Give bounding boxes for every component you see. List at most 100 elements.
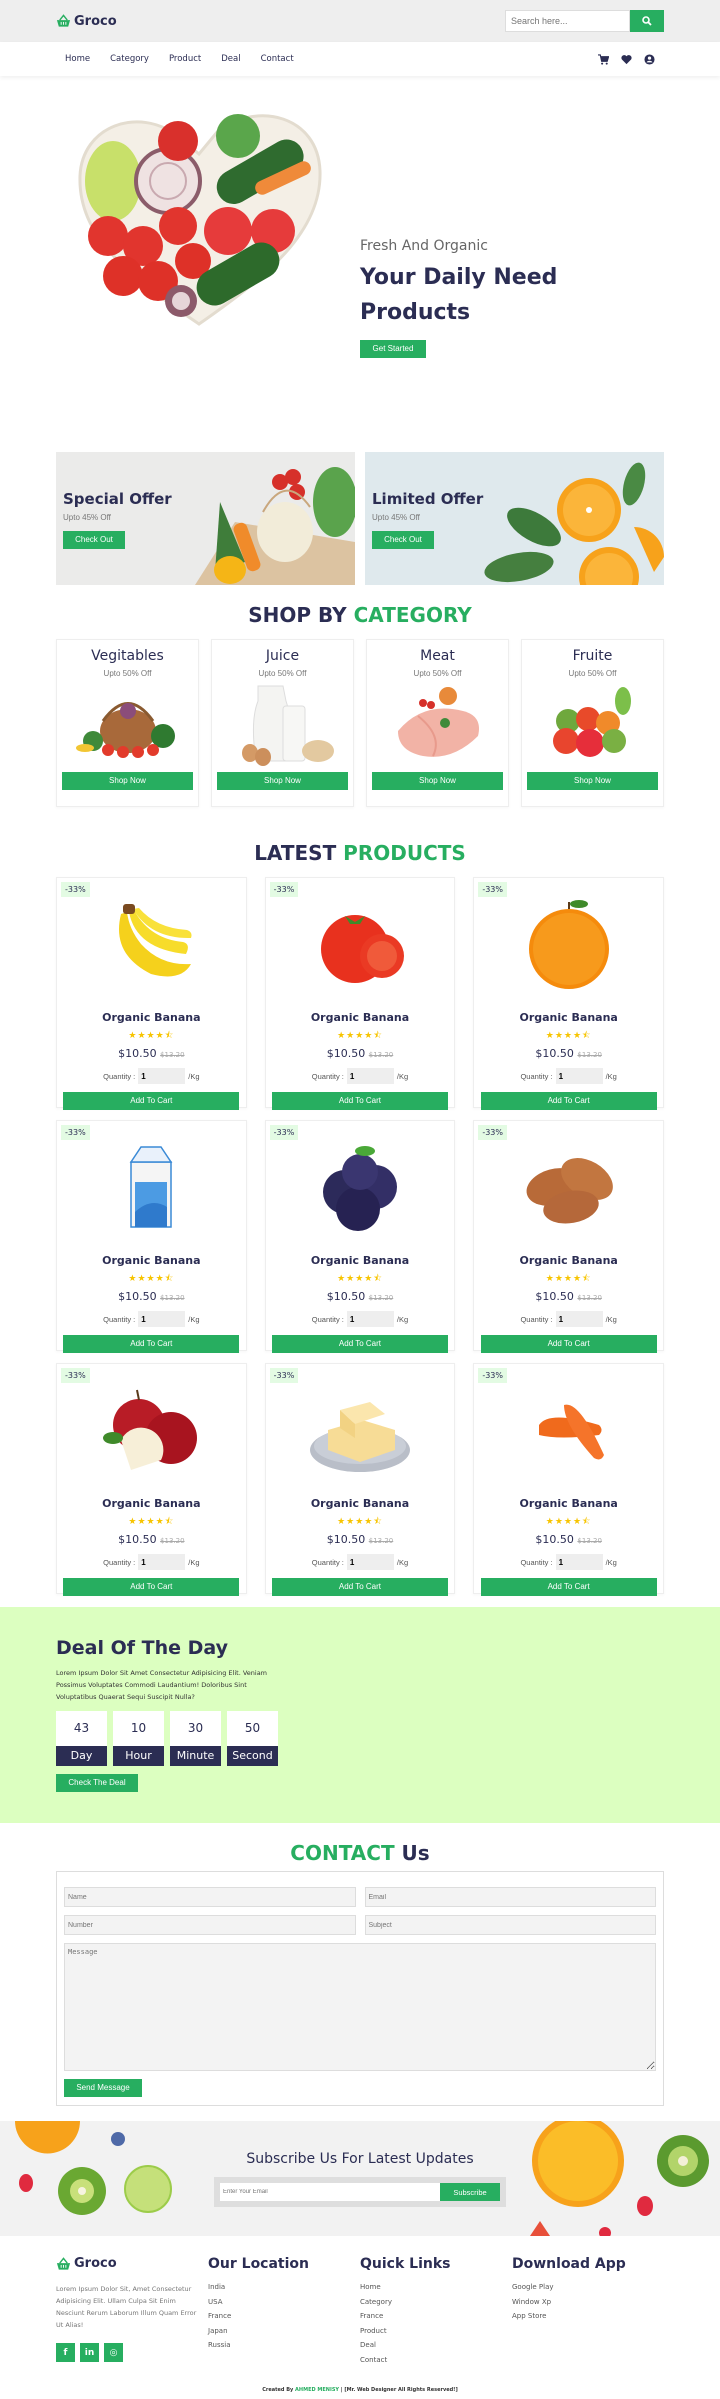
shop-now-button[interactable]: Shop Now bbox=[217, 772, 348, 790]
timer-hour: 10 Hour bbox=[113, 1711, 164, 1766]
linkedin-icon[interactable]: in bbox=[80, 2343, 99, 2362]
shop-now-button[interactable]: Shop Now bbox=[372, 772, 503, 790]
quick-link[interactable]: Category bbox=[360, 2295, 512, 2310]
category-name: Meat bbox=[420, 648, 455, 664]
location-link[interactable]: USA bbox=[208, 2295, 360, 2310]
star-rating: ★★★★⯪ bbox=[545, 1517, 592, 1527]
category-name: Juice bbox=[265, 648, 300, 664]
discount-badge: -33% bbox=[61, 1125, 90, 1140]
user-icon[interactable] bbox=[644, 53, 655, 65]
quick-link[interactable]: Product bbox=[360, 2324, 512, 2339]
product-card: -33% Organic Banana ★★★★⯪ $10.50 $13.20 … bbox=[264, 1363, 456, 1596]
get-started-button[interactable]: Get Started bbox=[360, 340, 426, 358]
product-price: $10.50 $13.20 bbox=[535, 1290, 602, 1303]
product-grid: -33% Organic Banana ★★★★⯪ $10.50 $13.20 … bbox=[56, 877, 664, 1596]
subscribe-email-input[interactable] bbox=[220, 2183, 440, 2201]
email-field[interactable] bbox=[364, 1887, 656, 1907]
discount-badge: -33% bbox=[478, 1125, 507, 1140]
check-deal-button[interactable]: Check The Deal bbox=[56, 1774, 138, 1792]
quick-link[interactable]: Home bbox=[360, 2280, 512, 2295]
add-to-cart-button[interactable]: Add To Cart bbox=[63, 1092, 240, 1110]
message-field[interactable] bbox=[64, 1943, 656, 2071]
subject-field[interactable] bbox=[364, 1915, 656, 1935]
number-field[interactable] bbox=[64, 1915, 356, 1935]
brand-logo[interactable]: Groco bbox=[56, 14, 117, 29]
product-name: Organic Banana bbox=[102, 1011, 201, 1024]
search-button[interactable] bbox=[630, 10, 664, 32]
old-price: $13.20 bbox=[368, 1294, 394, 1302]
product-name: Organic Banana bbox=[310, 1497, 410, 1510]
nav-deal[interactable]: Deal bbox=[221, 54, 240, 64]
github-icon[interactable]: ◎ bbox=[104, 2343, 123, 2362]
name-field[interactable] bbox=[64, 1887, 356, 1907]
quantity-input[interactable] bbox=[138, 1554, 186, 1570]
app-link[interactable]: App Store bbox=[512, 2309, 664, 2324]
add-to-cart-button[interactable]: Add To Cart bbox=[271, 1092, 448, 1110]
quantity-input[interactable] bbox=[346, 1311, 394, 1327]
quantity-input[interactable] bbox=[138, 1311, 186, 1327]
quantity-row: Quantity : /Kg bbox=[57, 1554, 246, 1570]
brand-name: Groco bbox=[74, 13, 117, 29]
unit-label: /Kg bbox=[605, 1557, 617, 1567]
location-link[interactable]: France bbox=[208, 2309, 360, 2324]
check-out-button[interactable]: Check Out bbox=[63, 531, 125, 549]
nav-product[interactable]: Product bbox=[169, 54, 201, 64]
product-image-plum bbox=[322, 1145, 397, 1231]
hero-subtitle: Fresh And Organic bbox=[360, 238, 488, 254]
old-price: $13.20 bbox=[160, 1051, 185, 1059]
category-discount: Upto 50% Off bbox=[568, 669, 617, 678]
nav-category[interactable]: Category bbox=[110, 54, 149, 64]
product-name: Organic Banana bbox=[519, 1497, 618, 1510]
heart-icon[interactable] bbox=[621, 54, 632, 65]
product-price: $10.50 $13.20 bbox=[118, 1047, 185, 1060]
category-name: Vegitables bbox=[91, 648, 164, 664]
quantity-input[interactable] bbox=[346, 1068, 394, 1084]
cart-icon[interactable] bbox=[598, 53, 609, 65]
quick-link[interactable]: France bbox=[360, 2309, 512, 2324]
location-link[interactable]: India bbox=[208, 2280, 360, 2295]
quantity-input[interactable] bbox=[346, 1554, 394, 1570]
product-price: $10.50 $13.20 bbox=[326, 1533, 394, 1546]
quantity-input[interactable] bbox=[555, 1554, 603, 1570]
add-to-cart-button[interactable]: Add To Cart bbox=[63, 1578, 240, 1596]
product-image-orange bbox=[528, 899, 609, 989]
quantity-input[interactable] bbox=[555, 1068, 603, 1084]
add-to-cart-button[interactable]: Add To Cart bbox=[480, 1092, 657, 1110]
quantity-input[interactable] bbox=[138, 1068, 186, 1084]
nav-home[interactable]: Home bbox=[65, 54, 90, 64]
shop-now-button[interactable]: Shop Now bbox=[62, 772, 193, 790]
timer-day: 43 Day bbox=[56, 1711, 107, 1766]
author-link[interactable]: AHMED MENISY bbox=[295, 2387, 339, 2393]
app-link[interactable]: Google Play bbox=[512, 2280, 664, 2295]
add-to-cart-button[interactable]: Add To Cart bbox=[271, 1578, 448, 1596]
nav-contact[interactable]: Contact bbox=[261, 54, 294, 64]
star-rating: ★★★★⯪ bbox=[337, 1274, 383, 1284]
category-discount: Upto 50% Off bbox=[103, 669, 152, 678]
app-link[interactable]: Window Xp bbox=[512, 2295, 664, 2310]
location-link[interactable]: Japan bbox=[208, 2324, 360, 2339]
location-link[interactable]: Russia bbox=[208, 2338, 360, 2353]
add-to-cart-button[interactable]: Add To Cart bbox=[271, 1335, 448, 1353]
category-card: Meat Upto 50% Off Shop Now bbox=[366, 639, 509, 807]
discount-badge: -33% bbox=[269, 1125, 299, 1140]
check-out-button[interactable]: Check Out bbox=[372, 531, 434, 549]
hero-section: Fresh And Organic Your Daily Need Product… bbox=[0, 76, 720, 376]
quantity-input[interactable] bbox=[555, 1311, 603, 1327]
footer-location-title: Our Location bbox=[208, 2256, 310, 2272]
send-message-button[interactable]: Send Message bbox=[64, 2079, 142, 2097]
quick-link[interactable]: Contact bbox=[360, 2353, 512, 2368]
discount-badge: -33% bbox=[61, 1368, 90, 1383]
add-to-cart-button[interactable]: Add To Cart bbox=[480, 1335, 657, 1353]
deal-title: Deal Of The Day bbox=[56, 1637, 229, 1659]
footer-brand-logo[interactable]: Groco bbox=[56, 2256, 208, 2271]
product-image-butter bbox=[309, 1401, 410, 1472]
search-input[interactable] bbox=[505, 10, 630, 32]
quick-link[interactable]: Deal bbox=[360, 2338, 512, 2353]
add-to-cart-button[interactable]: Add To Cart bbox=[480, 1578, 657, 1596]
product-image-tomato bbox=[320, 914, 404, 983]
shop-now-button[interactable]: Shop Now bbox=[527, 772, 658, 790]
subscribe-button[interactable]: Subscribe bbox=[440, 2183, 500, 2201]
add-to-cart-button[interactable]: Add To Cart bbox=[63, 1335, 240, 1353]
basket-icon bbox=[56, 2256, 71, 2270]
facebook-icon[interactable]: f bbox=[56, 2343, 75, 2362]
